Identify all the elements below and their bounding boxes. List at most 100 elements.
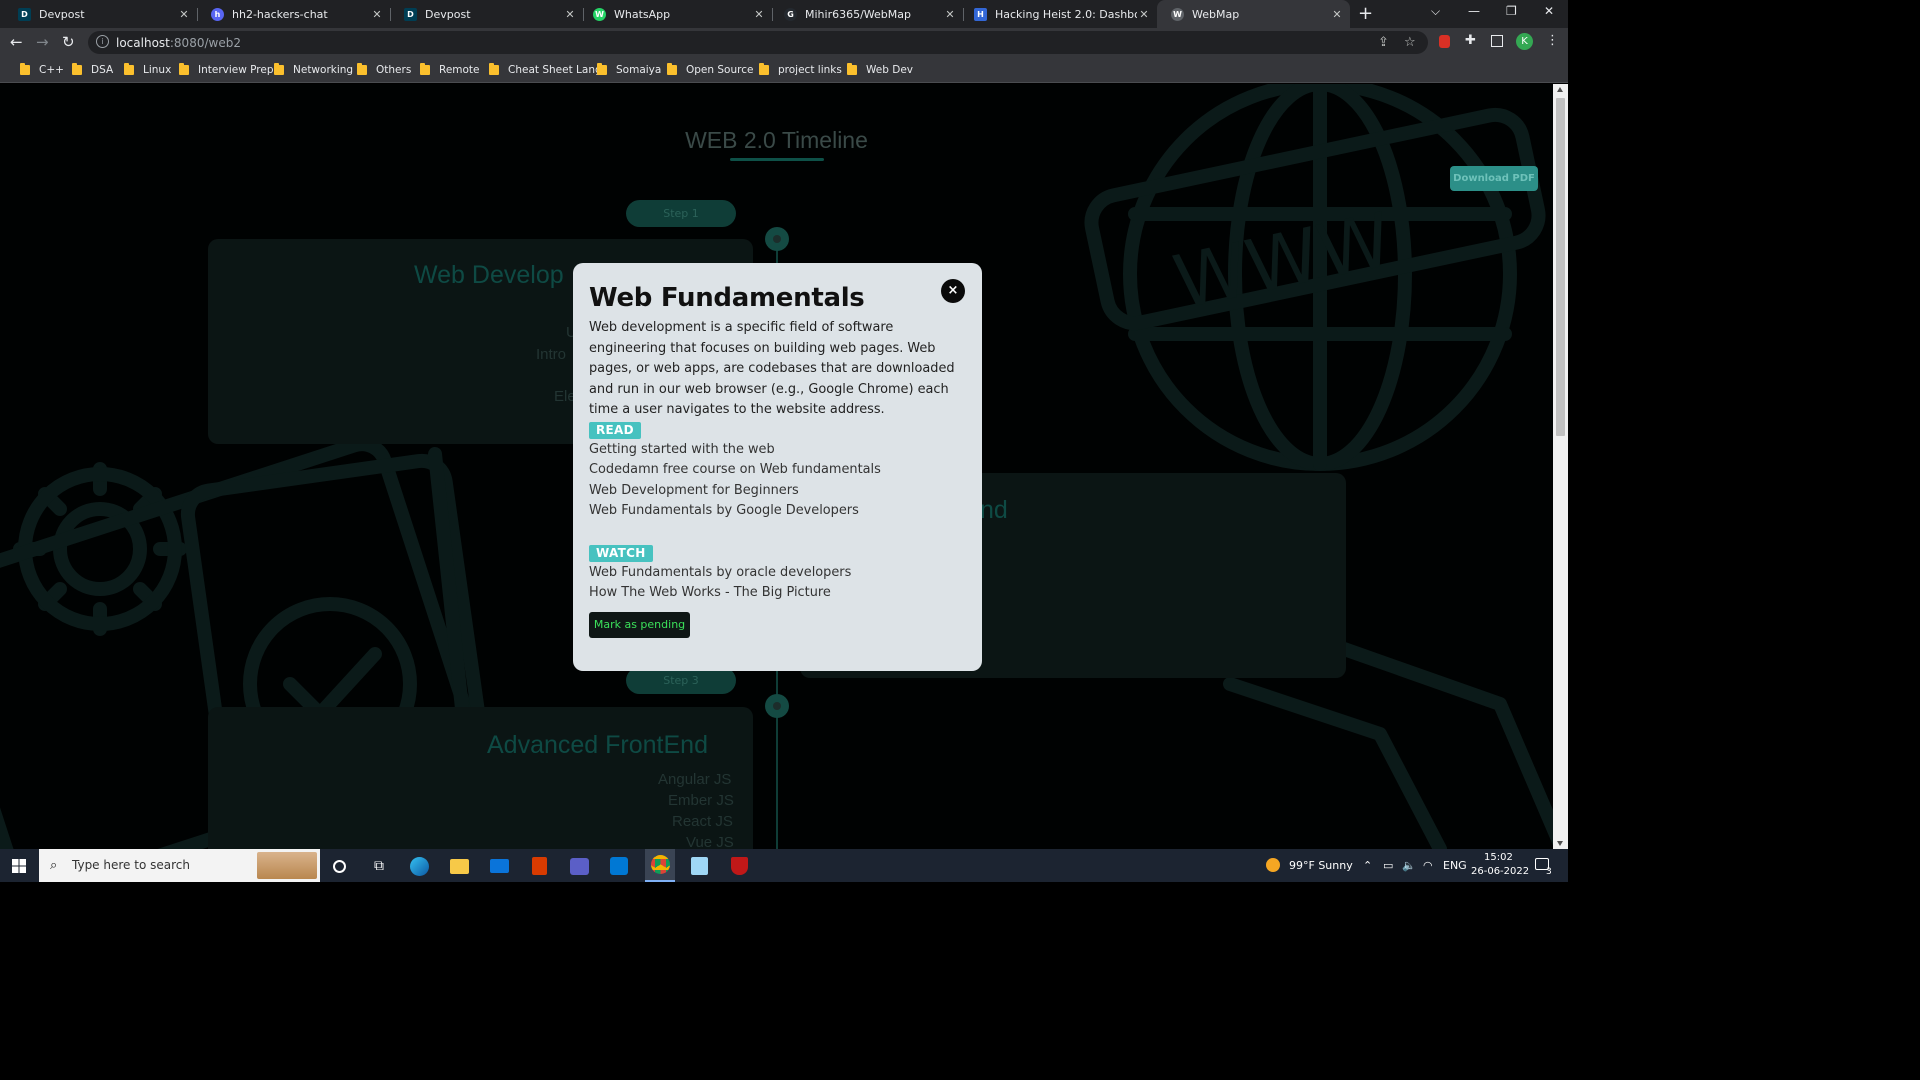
task-view-icon[interactable]: ⧉ <box>368 855 390 877</box>
folder-icon <box>420 63 430 75</box>
new-tab-icon[interactable]: + <box>1358 3 1373 24</box>
step-3-card[interactable]: Advanced FrontEnd Angular JS Ember JS Re… <box>208 707 753 849</box>
notification-count: 3 <box>1546 867 1552 877</box>
card-item[interactable]: Ember JS <box>668 792 734 809</box>
scroll-up-icon[interactable] <box>1557 87 1563 92</box>
card-item[interactable]: Angular JS <box>658 771 731 788</box>
topic-modal: Web Fundamentals × Web development is a … <box>573 263 982 671</box>
card-item[interactable]: Intro <box>536 346 566 363</box>
close-window-icon[interactable]: ✕ <box>1544 4 1554 18</box>
clock-time[interactable]: 15:02 <box>1484 852 1513 863</box>
close-tab-icon[interactable]: ✕ <box>1137 8 1151 21</box>
volume-icon[interactable]: 🔈 <box>1402 859 1416 872</box>
watch-link[interactable]: Web Fundamentals by oracle developers <box>589 565 851 580</box>
weather-icon[interactable] <box>1266 858 1280 872</box>
tab-webmap[interactable]: W WebMap ✕ <box>1157 0 1350 28</box>
tab-title: Devpost <box>425 7 471 21</box>
bookmark-folder[interactable]: project links <box>759 63 842 77</box>
bookmark-folder[interactable]: Networking <box>274 63 353 77</box>
forward-icon[interactable]: → <box>36 33 49 51</box>
card-item[interactable]: React JS <box>672 813 733 830</box>
bookmark-folder[interactable]: Somaiya <box>597 63 661 77</box>
file-explorer-icon[interactable] <box>448 855 470 877</box>
tab-devpost-1[interactable]: D Devpost ✕ <box>4 0 197 28</box>
clock-date[interactable]: 26-06-2022 <box>1471 866 1529 877</box>
tab-whatsapp[interactable]: W WhatsApp ✕ <box>579 0 772 28</box>
profile-avatar[interactable]: K <box>1516 33 1533 50</box>
title-underline <box>730 158 824 161</box>
tab-github-webmap[interactable]: G Mihir6365/WebMap ✕ <box>770 0 963 28</box>
scroll-thumb[interactable] <box>1556 98 1565 436</box>
folder-icon <box>274 63 284 75</box>
bookmark-folder[interactable]: Remote <box>420 63 480 77</box>
mail-icon[interactable] <box>488 855 510 877</box>
close-tab-icon[interactable]: ✕ <box>1330 8 1344 21</box>
close-tab-icon[interactable]: ✕ <box>370 8 384 21</box>
read-link[interactable]: Getting started with the web <box>589 442 775 457</box>
bookmark-folder[interactable]: Cheat Sheet Lang <box>489 63 602 77</box>
menu-kebab-icon[interactable]: ⋮ <box>1546 33 1559 48</box>
chrome-icon[interactable] <box>645 849 675 882</box>
tab-title: WebMap <box>1192 7 1240 21</box>
bookmark-folder[interactable]: Linux <box>124 63 171 77</box>
weather-text[interactable]: 99°F Sunny <box>1289 859 1353 872</box>
download-pdf-button[interactable]: Download PDF <box>1450 166 1538 191</box>
restore-icon[interactable]: ❐ <box>1506 4 1517 18</box>
close-tab-icon[interactable]: ✕ <box>752 8 766 21</box>
site-info-icon[interactable]: i <box>96 35 109 48</box>
close-tab-icon[interactable]: ✕ <box>943 8 957 21</box>
card-item[interactable]: Vue JS <box>686 834 734 849</box>
teams-icon[interactable] <box>568 855 590 877</box>
office-icon[interactable] <box>528 855 550 877</box>
bookmark-folder[interactable]: Web Dev <box>847 63 913 77</box>
share-icon[interactable]: ⇪ <box>1378 35 1389 50</box>
watch-link[interactable]: How The Web Works - The Big Picture <box>589 585 831 600</box>
step-3-pill: Step 3 <box>626 667 736 694</box>
tab-hh2-hackers-chat[interactable]: h hh2-hackers-chat ✕ <box>197 0 390 28</box>
reload-icon[interactable]: ↻ <box>62 33 75 51</box>
bookmark-folder[interactable]: Others <box>357 63 411 77</box>
tray-chevron-icon[interactable]: ⌃ <box>1363 859 1372 872</box>
read-link[interactable]: Web Development for Beginners <box>589 483 799 498</box>
close-icon[interactable]: × <box>941 279 965 303</box>
page-scrollbar[interactable] <box>1553 84 1568 849</box>
search-highlight-image <box>257 852 317 879</box>
address-bar[interactable]: i localhost:8080/web2 ⇪ ☆ <box>88 31 1428 54</box>
edge-icon[interactable] <box>408 855 430 877</box>
bookmark-folder[interactable]: Open Source <box>667 63 753 77</box>
battery-icon[interactable]: ▭ <box>1383 859 1393 872</box>
close-tab-icon[interactable]: ✕ <box>177 8 191 21</box>
bookmark-star-icon[interactable]: ☆ <box>1404 35 1416 50</box>
extensions-puzzle-icon[interactable]: ✚ <box>1465 33 1476 48</box>
extension-red-icon[interactable] <box>1439 35 1450 48</box>
read-label: READ <box>589 422 641 439</box>
back-icon[interactable]: ← <box>10 33 23 51</box>
cortana-icon[interactable] <box>328 855 350 877</box>
tab-hacking-heist[interactable]: H Hacking Heist 2.0: Dashboard | D ✕ <box>960 0 1157 28</box>
folder-icon <box>179 63 189 75</box>
bookmark-folder[interactable]: Interview Prep <box>179 63 274 77</box>
tab-search-icon[interactable]: ⌵ <box>1431 4 1440 19</box>
windows-start-icon[interactable] <box>8 855 30 877</box>
notepad-icon[interactable] <box>688 855 710 877</box>
folder-icon <box>759 63 769 75</box>
scroll-down-icon[interactable] <box>1557 841 1563 846</box>
bookmark-folder[interactable]: DSA <box>72 63 113 77</box>
globe-icon: W <box>1171 7 1184 21</box>
read-link[interactable]: Web Fundamentals by Google Developers <box>589 503 859 518</box>
taskbar-search-box[interactable]: ⌕ Type here to search <box>39 849 320 882</box>
side-panel-icon[interactable] <box>1491 35 1503 47</box>
language-indicator[interactable]: ENG <box>1443 859 1467 872</box>
vscode-icon[interactable] <box>608 855 630 877</box>
close-tab-icon[interactable]: ✕ <box>563 8 577 21</box>
read-link[interactable]: Codedamn free course on Web fundamentals <box>589 462 881 477</box>
tab-title: Mihir6365/WebMap <box>805 7 911 21</box>
bookmark-folder[interactable]: C++ <box>20 63 64 77</box>
webmap-page: WWW WEB 2.0 Timeline Download PDF Step 1 <box>0 84 1553 849</box>
tab-title: hh2-hackers-chat <box>232 7 328 21</box>
mark-as-pending-button[interactable]: Mark as pending <box>589 612 690 638</box>
minimize-icon[interactable]: — <box>1468 4 1480 18</box>
tab-devpost-2[interactable]: D Devpost ✕ <box>390 0 583 28</box>
wifi-icon[interactable]: ◠ <box>1423 859 1433 872</box>
mcafee-icon[interactable] <box>728 855 750 877</box>
